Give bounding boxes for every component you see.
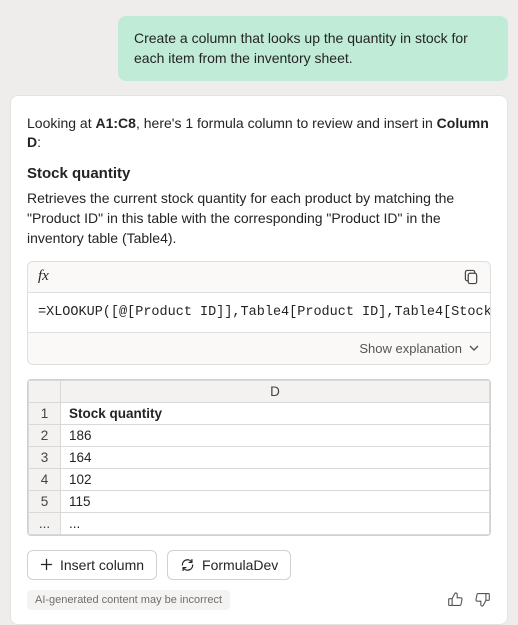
intro-text: Looking at A1:C8, here's 1 formula colum… bbox=[27, 114, 491, 153]
row-number: 5 bbox=[29, 490, 61, 512]
thumbs-up-icon[interactable] bbox=[447, 591, 464, 608]
formula-code[interactable]: =XLOOKUP([@[Product ID]],Table4[Product … bbox=[28, 293, 490, 333]
cell-value: 164 bbox=[61, 446, 490, 468]
cell-value: 102 bbox=[61, 468, 490, 490]
chevron-down-icon bbox=[468, 342, 480, 354]
copy-icon[interactable] bbox=[462, 268, 480, 286]
plus-icon bbox=[40, 558, 53, 571]
cell-value: 115 bbox=[61, 490, 490, 512]
corner-cell bbox=[29, 380, 61, 402]
row-number: 3 bbox=[29, 446, 61, 468]
thumbs-down-icon[interactable] bbox=[474, 591, 491, 608]
cell-value: Stock quantity bbox=[61, 402, 490, 424]
row-number: 2 bbox=[29, 424, 61, 446]
formula-description: Retrieves the current stock quantity for… bbox=[27, 188, 491, 249]
show-explanation-button[interactable]: Show explanation bbox=[28, 333, 490, 364]
insert-column-button[interactable]: Insert column bbox=[27, 550, 157, 580]
ai-disclaimer: AI-generated content may be incorrect bbox=[27, 590, 230, 610]
preview-table: D 1Stock quantity2186316441025115...... bbox=[27, 379, 491, 536]
formula-block: fx =XLOOKUP([@[Product ID]],Table4[Produ… bbox=[27, 261, 491, 365]
cell-value: 186 bbox=[61, 424, 490, 446]
fx-label: fx bbox=[38, 268, 49, 285]
row-number: ... bbox=[29, 512, 61, 534]
row-number: 4 bbox=[29, 468, 61, 490]
user-message: Create a column that looks up the quanti… bbox=[118, 16, 508, 81]
formula-title: Stock quantity bbox=[27, 165, 491, 182]
refresh-icon bbox=[180, 558, 195, 572]
cell-value: ... bbox=[61, 512, 490, 534]
row-number: 1 bbox=[29, 402, 61, 424]
formuladev-button[interactable]: FormulaDev bbox=[167, 550, 291, 580]
assistant-response-card: Looking at A1:C8, here's 1 formula colum… bbox=[10, 95, 508, 625]
column-header-d: D bbox=[61, 380, 490, 402]
